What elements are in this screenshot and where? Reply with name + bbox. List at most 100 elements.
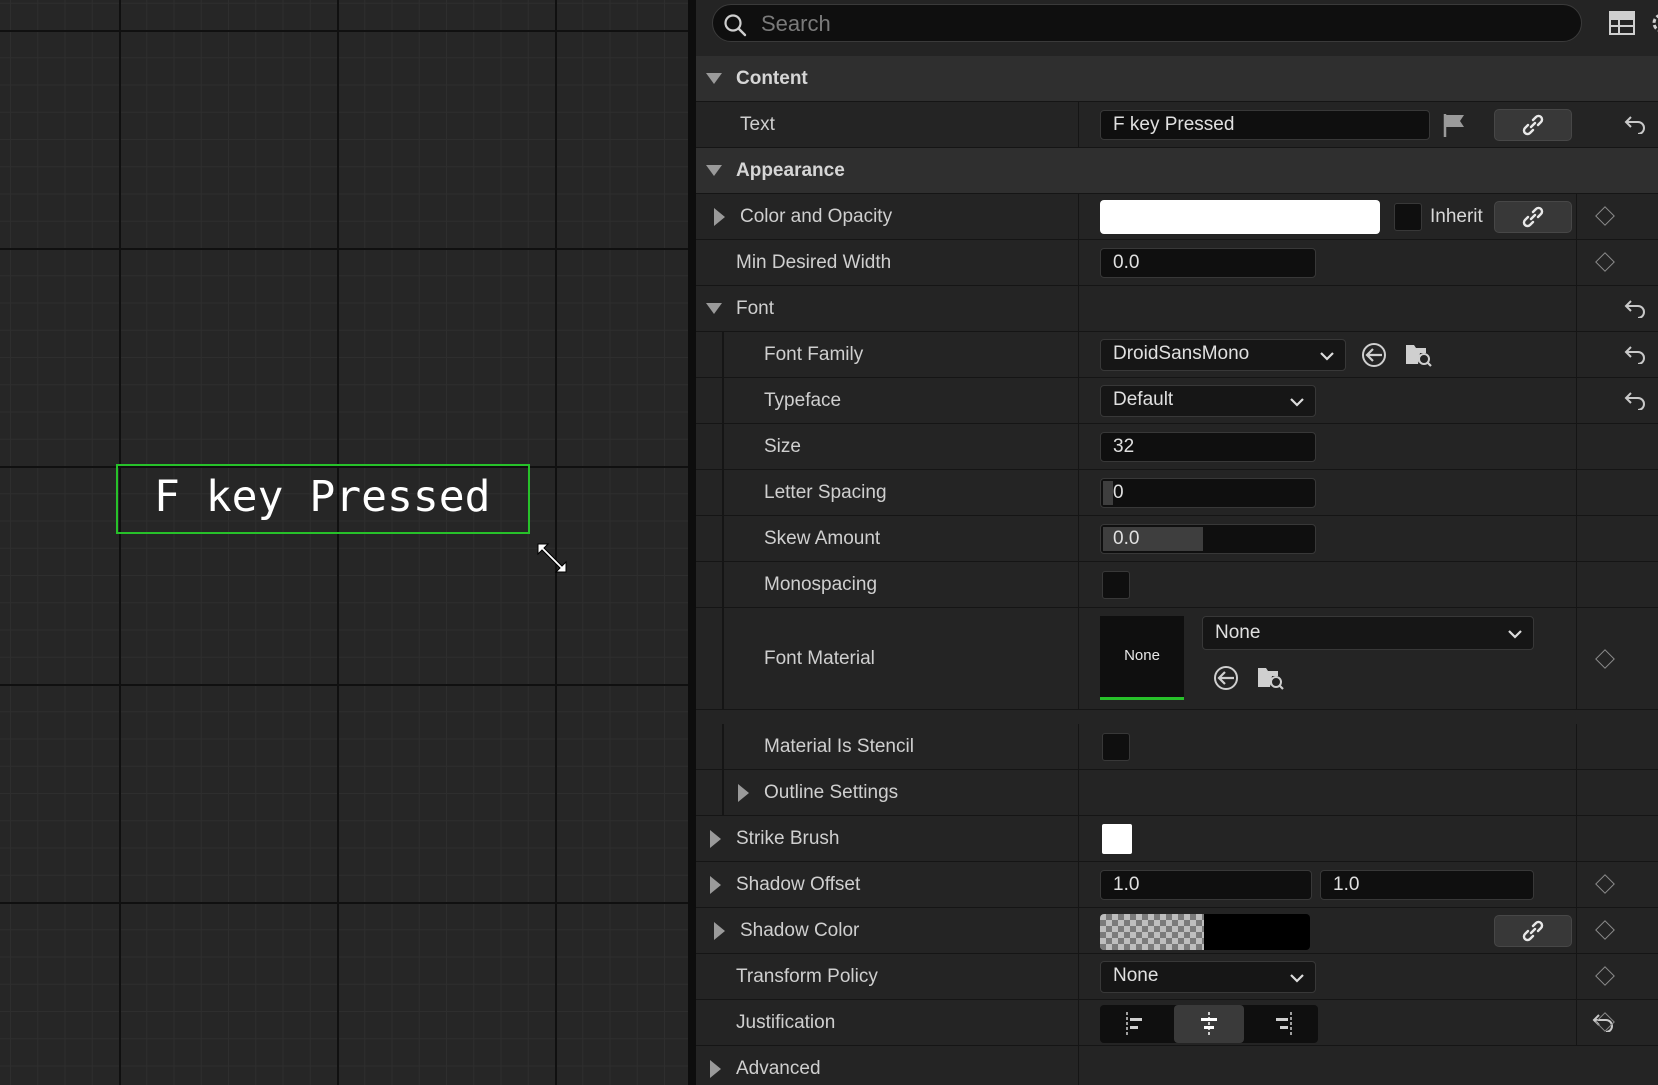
size-input[interactable]: 32 (1100, 432, 1316, 462)
property-label: Font Family (764, 344, 864, 365)
dropdown-value: None (1113, 965, 1159, 986)
chevron-down-icon (1290, 398, 1304, 407)
expand-arrow-icon[interactable] (714, 208, 725, 226)
designer-canvas[interactable]: F key Pressed (0, 0, 688, 1085)
expand-arrow-icon[interactable] (710, 1060, 721, 1078)
transform-policy-dropdown[interactable]: None (1100, 961, 1316, 993)
reset-to-default-icon[interactable] (1624, 390, 1646, 410)
localization-flag-icon[interactable] (1440, 111, 1468, 139)
property-row-skew: Skew Amount 0.0 (696, 516, 1658, 562)
property-label: Justification (736, 1012, 836, 1033)
expand-arrow-icon[interactable] (738, 784, 749, 802)
min-width-input[interactable]: 0.0 (1100, 248, 1316, 278)
property-label: Advanced (736, 1058, 821, 1079)
property-row-strike-brush: Strike Brush (696, 816, 1658, 862)
browse-folder-icon[interactable] (1404, 340, 1432, 368)
shadow-offset-y-input[interactable]: 1.0 (1320, 870, 1534, 900)
keyframe-diamond-icon[interactable] (1595, 966, 1615, 986)
bind-button[interactable] (1494, 109, 1572, 141)
property-row-typeface: Typeface Default (696, 378, 1658, 424)
bind-button[interactable] (1494, 915, 1572, 947)
chevron-down-icon (1320, 352, 1334, 361)
font-material-dropdown[interactable]: None (1202, 616, 1534, 650)
property-label: Strike Brush (736, 828, 840, 849)
property-matrix-icon[interactable] (1608, 10, 1636, 36)
alpha-checker (1100, 914, 1204, 950)
align-right-button[interactable] (1246, 1005, 1318, 1043)
resize-diagonal-icon[interactable] (534, 540, 570, 576)
browse-folder-icon[interactable] (1256, 663, 1284, 691)
keyframe-diamond-icon[interactable] (1595, 649, 1615, 669)
slider-value: 0 (1113, 482, 1124, 503)
justification-segmented-control (1100, 1005, 1318, 1043)
align-center-button[interactable] (1174, 1005, 1244, 1043)
expand-arrow-icon[interactable] (710, 830, 721, 848)
keyframe-diamond-icon[interactable] (1595, 874, 1615, 894)
keyframe-diamond-icon[interactable] (1595, 920, 1615, 940)
property-label: Shadow Color (740, 920, 860, 941)
material-thumbnail[interactable]: None (1100, 616, 1184, 700)
collapse-arrow-icon[interactable] (706, 303, 722, 314)
typeface-dropdown[interactable]: Default (1100, 385, 1316, 417)
expand-arrow-icon[interactable] (714, 922, 725, 940)
property-label: Transform Policy (736, 966, 878, 987)
collapse-arrow-icon[interactable] (706, 73, 722, 84)
panel-splitter[interactable] (688, 0, 696, 1085)
keyframe-diamond-icon[interactable] (1595, 252, 1615, 272)
property-row-shadow-color: Shadow Color (696, 908, 1658, 954)
reset-to-default-icon[interactable] (1624, 114, 1646, 134)
skew-amount-slider[interactable]: 0.0 (1100, 524, 1316, 554)
inherit-label: Inherit (1430, 206, 1483, 227)
material-stencil-checkbox[interactable] (1102, 733, 1130, 761)
property-label: Font Material (764, 648, 875, 669)
property-label: Letter Spacing (764, 482, 887, 503)
search-input[interactable] (759, 9, 1563, 39)
bind-button[interactable] (1494, 201, 1572, 233)
use-selected-asset-icon[interactable] (1360, 341, 1388, 369)
property-row-justification: Justification (696, 1000, 1658, 1046)
color-swatch[interactable] (1100, 200, 1380, 234)
search-icon (724, 14, 747, 37)
collapse-arrow-icon[interactable] (706, 165, 722, 176)
category-label: Appearance (736, 160, 845, 181)
strike-brush-swatch[interactable] (1102, 824, 1132, 854)
property-row-advanced[interactable]: Advanced (696, 1046, 1658, 1085)
shadow-offset-x-input[interactable]: 1.0 (1100, 870, 1312, 900)
property-row-color-opacity: Color and Opacity Inherit (696, 194, 1658, 240)
property-row-text: Text F key Pressed (696, 102, 1658, 148)
property-label: Monospacing (764, 574, 878, 595)
link-icon (1522, 114, 1544, 136)
property-label: Font (736, 298, 775, 319)
text-value-field[interactable]: F key Pressed (1100, 110, 1430, 140)
property-row-letter-spacing: Letter Spacing 0 (696, 470, 1658, 516)
align-left-button[interactable] (1100, 1005, 1172, 1043)
inherit-checkbox[interactable] (1394, 203, 1422, 231)
link-icon (1522, 920, 1544, 942)
category-appearance[interactable]: Appearance (696, 148, 1658, 194)
property-label: Outline Settings (764, 782, 899, 803)
keyframe-diamond-icon[interactable] (1595, 206, 1615, 226)
shadow-color-swatch[interactable] (1100, 914, 1310, 950)
property-row-font[interactable]: Font (696, 286, 1658, 332)
property-label: Material Is Stencil (764, 736, 914, 757)
property-label: Color and Opacity (740, 206, 893, 227)
property-row-font-family: Font Family DroidSansMono (696, 332, 1658, 378)
category-content[interactable]: Content (696, 56, 1658, 102)
text-widget-selected[interactable]: F key Pressed (116, 464, 530, 534)
reset-to-default-icon[interactable] (1624, 344, 1646, 364)
property-label: Shadow Offset (736, 874, 861, 895)
property-label: Typeface (764, 390, 842, 411)
font-family-dropdown[interactable]: DroidSansMono (1100, 339, 1346, 371)
property-row-outline-settings[interactable]: Outline Settings (696, 770, 1658, 816)
gear-icon[interactable] (1644, 8, 1658, 38)
search-bar[interactable] (712, 4, 1582, 42)
details-panel: Content Text F key Pressed Appearance Co… (696, 0, 1658, 1085)
reset-to-default-icon[interactable] (1624, 298, 1646, 318)
use-selected-asset-icon[interactable] (1212, 664, 1240, 692)
property-row-shadow-offset: Shadow Offset 1.0 1.0 (696, 862, 1658, 908)
property-label: Size (764, 436, 801, 457)
monospacing-checkbox[interactable] (1102, 571, 1130, 599)
expand-arrow-icon[interactable] (710, 876, 721, 894)
dropdown-value: None (1215, 622, 1261, 643)
letter-spacing-slider[interactable]: 0 (1100, 478, 1316, 508)
